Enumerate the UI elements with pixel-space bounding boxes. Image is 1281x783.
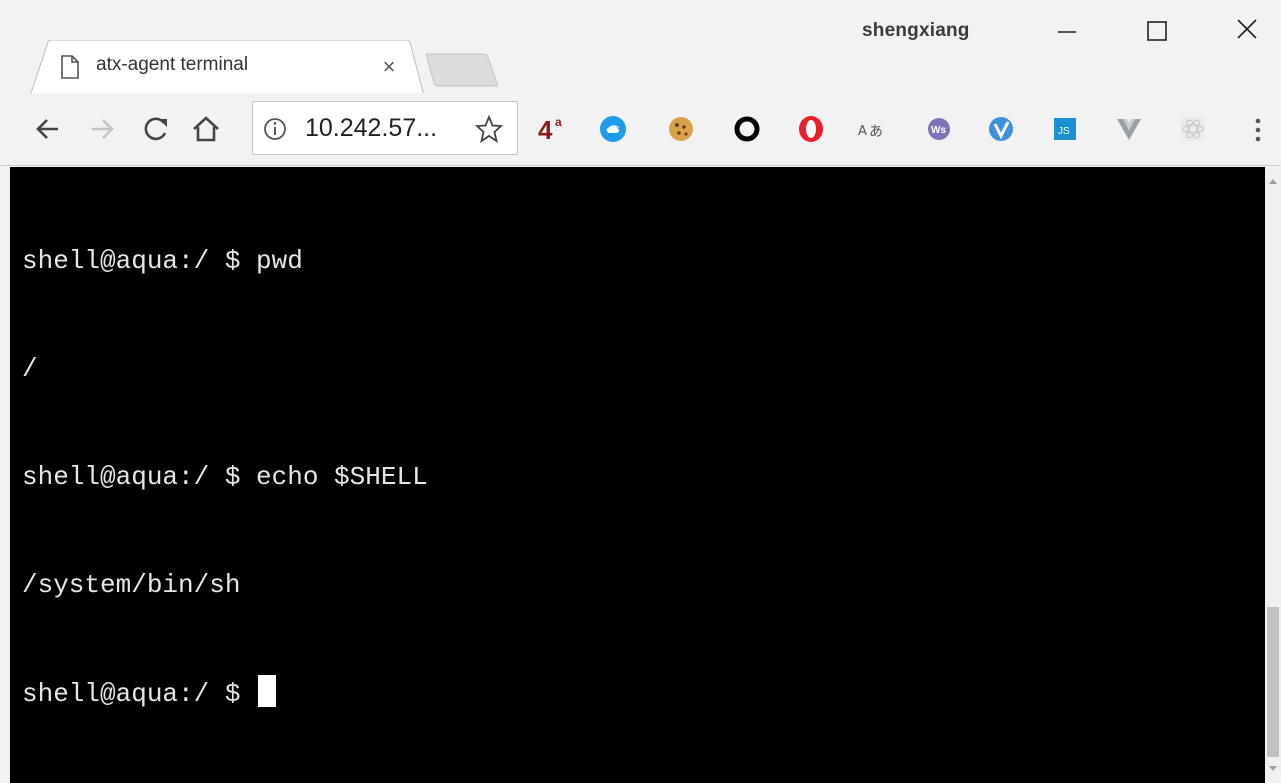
scrollbar-thumb[interactable] xyxy=(1267,607,1279,757)
ws-extension-icon[interactable]: Ws xyxy=(924,114,954,144)
minimize-icon[interactable] xyxy=(1044,10,1090,50)
svg-text:Ws: Ws xyxy=(931,125,946,136)
svg-text:JS: JS xyxy=(1058,126,1070,137)
tab-close-icon[interactable]: × xyxy=(376,54,402,80)
vue-extension-icon[interactable] xyxy=(1114,114,1144,144)
chat-extension-icon[interactable] xyxy=(598,114,628,144)
new-tab-button[interactable] xyxy=(426,53,498,87)
info-icon[interactable] xyxy=(263,117,287,141)
profile-name[interactable]: shengxiang xyxy=(862,20,970,42)
terminal-line: shell@aqua:/ $ pwd xyxy=(22,246,303,276)
more-vert-icon[interactable] xyxy=(1248,115,1268,145)
terminal-prompt: shell@aqua:/ $ xyxy=(22,679,257,709)
reload-icon[interactable] xyxy=(138,111,174,147)
cookie-extension-icon[interactable] xyxy=(666,114,696,144)
home-icon[interactable] xyxy=(188,111,224,147)
terminal-line: / xyxy=(22,354,38,384)
react-extension-icon[interactable] xyxy=(1178,114,1208,144)
tab-atx-agent-terminal[interactable]: atx-agent terminal × xyxy=(30,40,424,96)
vertical-scrollbar[interactable] xyxy=(1265,167,1281,783)
browser-toolbar: 10.242.57... 4 a A あ Ws JS xyxy=(0,93,1281,166)
ring-extension-icon[interactable] xyxy=(732,114,762,144)
svg-text:あ: あ xyxy=(869,124,883,140)
title-bar: atx-agent terminal × shengxiang xyxy=(0,0,1281,96)
scroll-down-arrow-icon[interactable] xyxy=(1265,761,1281,777)
svg-text:a: a xyxy=(555,115,562,129)
4a-extension-icon[interactable]: 4 a xyxy=(536,114,566,144)
close-icon[interactable] xyxy=(1224,10,1270,50)
url-text[interactable]: 10.242.57... xyxy=(305,114,437,143)
terminal-cursor xyxy=(258,675,277,707)
terminal-prompt-line[interactable]: shell@aqua:/ $ xyxy=(22,675,428,711)
arrow-left-icon[interactable] xyxy=(30,111,66,147)
terminal-viewport[interactable]: shell@aqua:/ $ pwd / shell@aqua:/ $ echo… xyxy=(10,167,1281,783)
star-icon[interactable] xyxy=(475,115,503,143)
arrow-right-icon[interactable] xyxy=(84,111,120,147)
opera-extension-icon[interactable] xyxy=(796,114,826,144)
svg-text:4: 4 xyxy=(538,115,553,144)
maximize-icon[interactable] xyxy=(1134,10,1180,50)
vimium-extension-icon[interactable] xyxy=(986,114,1016,144)
terminal-line: shell@aqua:/ $ echo $SHELL xyxy=(22,462,428,492)
page-icon xyxy=(61,55,79,79)
svg-text:A: A xyxy=(858,124,867,139)
tab-title: atx-agent terminal xyxy=(96,54,249,75)
translate-extension-icon[interactable]: A あ xyxy=(858,114,888,144)
json-extension-icon[interactable]: JS xyxy=(1050,114,1080,144)
terminal-line: /system/bin/sh xyxy=(22,570,241,600)
scroll-up-arrow-icon[interactable] xyxy=(1265,173,1281,189)
address-bar[interactable]: 10.242.57... xyxy=(252,101,518,155)
terminal-output[interactable]: shell@aqua:/ $ pwd / shell@aqua:/ $ echo… xyxy=(22,171,428,783)
